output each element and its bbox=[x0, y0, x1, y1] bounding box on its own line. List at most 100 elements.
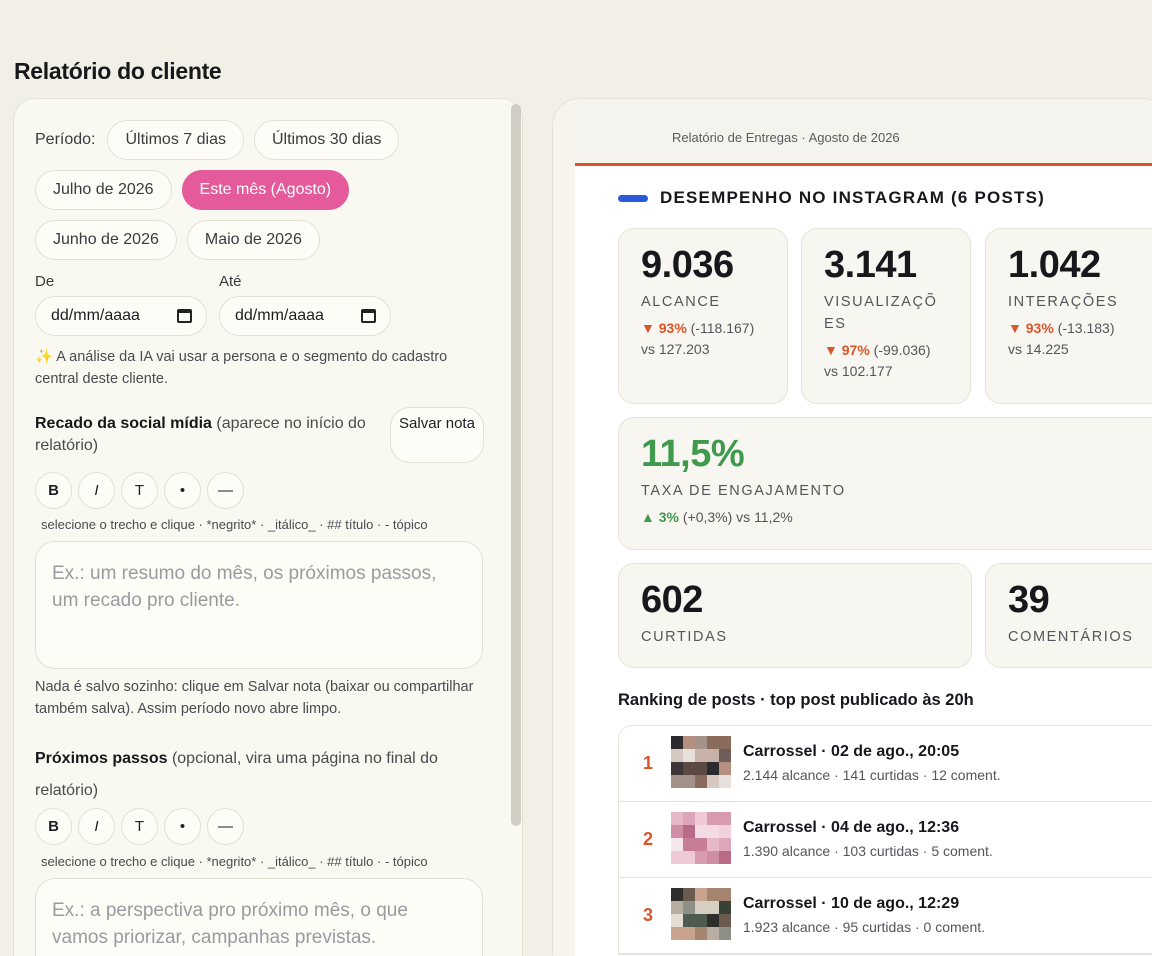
report-header: Relatório de Entregas · Agosto de 2026 bbox=[575, 100, 1152, 166]
ranking-row[interactable]: 3 Carrossel · 10 de ago., 12:29 1.923 al… bbox=[619, 878, 1152, 954]
heading-button[interactable]: T bbox=[121, 808, 158, 845]
save-note-button[interactable]: Salvar nota bbox=[390, 407, 484, 463]
period-label: Período: bbox=[35, 131, 96, 148]
next-steps-textarea[interactable]: Ex.: a perspectiva pro próximo mês, o qu… bbox=[35, 878, 483, 956]
thumbnail-pixel bbox=[671, 927, 683, 940]
divider-button[interactable]: — bbox=[207, 808, 244, 845]
metric-delta: ▼ 93% (-13.183) bbox=[1008, 317, 1152, 339]
thumbnail-pixel bbox=[719, 762, 731, 775]
rank-number: 3 bbox=[643, 905, 654, 925]
bold-button[interactable]: B bbox=[35, 472, 72, 509]
thumbnail-pixel bbox=[671, 749, 683, 762]
thumbnail-pixel bbox=[695, 812, 707, 825]
thumbnail-pixel bbox=[719, 927, 731, 940]
bold-button[interactable]: B bbox=[35, 808, 72, 845]
metric-comparison: vs 102.177 bbox=[824, 363, 893, 379]
report-header-text: Relatório de Entregas · Agosto de 2026 bbox=[672, 130, 900, 145]
thumbnail-pixel bbox=[719, 888, 731, 901]
thumbnail-pixel bbox=[671, 775, 683, 788]
thumbnail-pixel bbox=[719, 812, 731, 825]
metric-caption: INTERAÇÕES bbox=[1008, 294, 1119, 310]
period-last-30-days[interactable]: Últimos 30 dias bbox=[253, 120, 400, 160]
metric-caption: VISUALIZAÇÕES bbox=[824, 294, 938, 332]
thumbnail-pixel bbox=[707, 888, 719, 901]
thumbnail-pixel bbox=[683, 927, 695, 940]
metric-card-views: 3.141 VISUALIZAÇÕES ▼ 97% (-99.036) vs 1… bbox=[801, 228, 971, 404]
italic-button[interactable]: I bbox=[78, 472, 115, 509]
metric-delta: ▼ 97% (-99.036) bbox=[824, 339, 948, 361]
metric-caption: COMENTÁRIOS bbox=[1008, 629, 1134, 645]
thumbnail-pixel bbox=[695, 749, 707, 762]
thumbnail-pixel bbox=[683, 762, 695, 775]
ai-hint: ✨ A análise da IA vai usar a persona e o… bbox=[35, 349, 448, 387]
note-title: Recado da social mídia (aparece no iníci… bbox=[35, 413, 375, 457]
thumbnail-pixel bbox=[707, 812, 719, 825]
thumbnail-pixel bbox=[695, 901, 707, 914]
to-date-input[interactable]: dd/mm/aaaa bbox=[219, 296, 391, 336]
post-thumbnail bbox=[671, 736, 731, 788]
metric-value: 39 bbox=[1008, 579, 1050, 621]
thumbnail-pixel bbox=[683, 914, 695, 927]
period-may-2026[interactable]: Maio de 2026 bbox=[186, 220, 320, 260]
metric-caption: ALCANCE bbox=[641, 294, 721, 310]
bullet-button[interactable]: • bbox=[164, 808, 201, 845]
calendar-icon[interactable] bbox=[177, 309, 192, 323]
next-steps-title: Próximos passos (opcional, vira uma pági… bbox=[35, 743, 455, 807]
from-date-input[interactable]: dd/mm/aaaa bbox=[35, 296, 207, 336]
thumbnail-pixel bbox=[707, 762, 719, 775]
metric-delta: ▼ 93% (-118.167) bbox=[641, 317, 765, 339]
post-stats: 2.144 alcance · 141 curtidas · 12 coment… bbox=[743, 767, 1001, 783]
thumbnail-pixel bbox=[695, 888, 707, 901]
period-june-2026[interactable]: Junho de 2026 bbox=[35, 220, 177, 260]
thumbnail-pixel bbox=[671, 762, 683, 775]
post-title: Carrossel · 10 de ago., 12:29 bbox=[743, 895, 960, 912]
ranking-row[interactable]: 2 Carrossel · 04 de ago., 12:36 1.390 al… bbox=[619, 802, 1152, 878]
heading-button[interactable]: T bbox=[121, 472, 158, 509]
period-last-7-days[interactable]: Últimos 7 dias bbox=[107, 120, 244, 160]
page-title: Relatório do cliente bbox=[14, 58, 222, 84]
bullet-button[interactable]: • bbox=[164, 472, 201, 509]
thumbnail-pixel bbox=[695, 851, 707, 864]
thumbnail-pixel bbox=[707, 927, 719, 940]
post-stats: 1.390 alcance · 103 curtidas · 5 coment. bbox=[743, 843, 993, 859]
period-row-2: Julho de 2026 Este mês (Agosto) bbox=[35, 170, 350, 210]
metric-value: 11,5% bbox=[641, 433, 745, 475]
thumbnail-pixel bbox=[707, 838, 719, 851]
thumbnail-pixel bbox=[671, 736, 683, 749]
next-steps-format-hint: selecione o trecho e clique · *negrito* … bbox=[41, 854, 428, 869]
thumbnail-pixel bbox=[683, 825, 695, 838]
thumbnail-pixel bbox=[707, 901, 719, 914]
thumbnail-pixel bbox=[671, 901, 683, 914]
note-textarea[interactable]: Ex.: um resumo do mês, os próximos passo… bbox=[35, 541, 483, 669]
thumbnail-pixel bbox=[707, 914, 719, 927]
thumbnail-pixel bbox=[683, 838, 695, 851]
thumbnail-pixel bbox=[707, 736, 719, 749]
scrollbar[interactable] bbox=[511, 104, 521, 826]
thumbnail-pixel bbox=[683, 749, 695, 762]
calendar-icon[interactable] bbox=[361, 309, 376, 323]
period-this-month[interactable]: Este mês (Agosto) bbox=[181, 170, 350, 210]
thumbnail-pixel bbox=[719, 775, 731, 788]
thumbnail-pixel bbox=[719, 914, 731, 927]
thumbnail-pixel bbox=[707, 851, 719, 864]
thumbnail-pixel bbox=[695, 775, 707, 788]
thumbnail-pixel bbox=[683, 851, 695, 864]
delta-percent: ▼ 93% bbox=[641, 320, 687, 336]
thumbnail-pixel bbox=[671, 838, 683, 851]
ranking-row[interactable]: 1 Carrossel · 02 de ago., 20:05 2.144 al… bbox=[619, 726, 1152, 802]
rank-number: 1 bbox=[643, 753, 654, 773]
divider-button[interactable]: — bbox=[207, 472, 244, 509]
metric-comparison: vs 14.225 bbox=[1008, 341, 1069, 357]
thumbnail-pixel bbox=[671, 825, 683, 838]
thumbnail-pixel bbox=[719, 736, 731, 749]
ranking-table: 1 Carrossel · 02 de ago., 20:05 2.144 al… bbox=[618, 725, 1152, 955]
italic-button[interactable]: I bbox=[78, 808, 115, 845]
thumbnail-pixel bbox=[671, 851, 683, 864]
post-stats: 1.923 alcance · 95 curtidas · 0 coment. bbox=[743, 919, 986, 935]
delta-absolute: (-118.167) bbox=[686, 320, 755, 336]
delta-absolute: (-99.036) bbox=[869, 342, 931, 358]
thumbnail-pixel bbox=[683, 812, 695, 825]
note-format-hint: selecione o trecho e clique · *negrito* … bbox=[41, 517, 428, 532]
period-july-2026[interactable]: Julho de 2026 bbox=[35, 170, 172, 210]
thumbnail-pixel bbox=[707, 749, 719, 762]
